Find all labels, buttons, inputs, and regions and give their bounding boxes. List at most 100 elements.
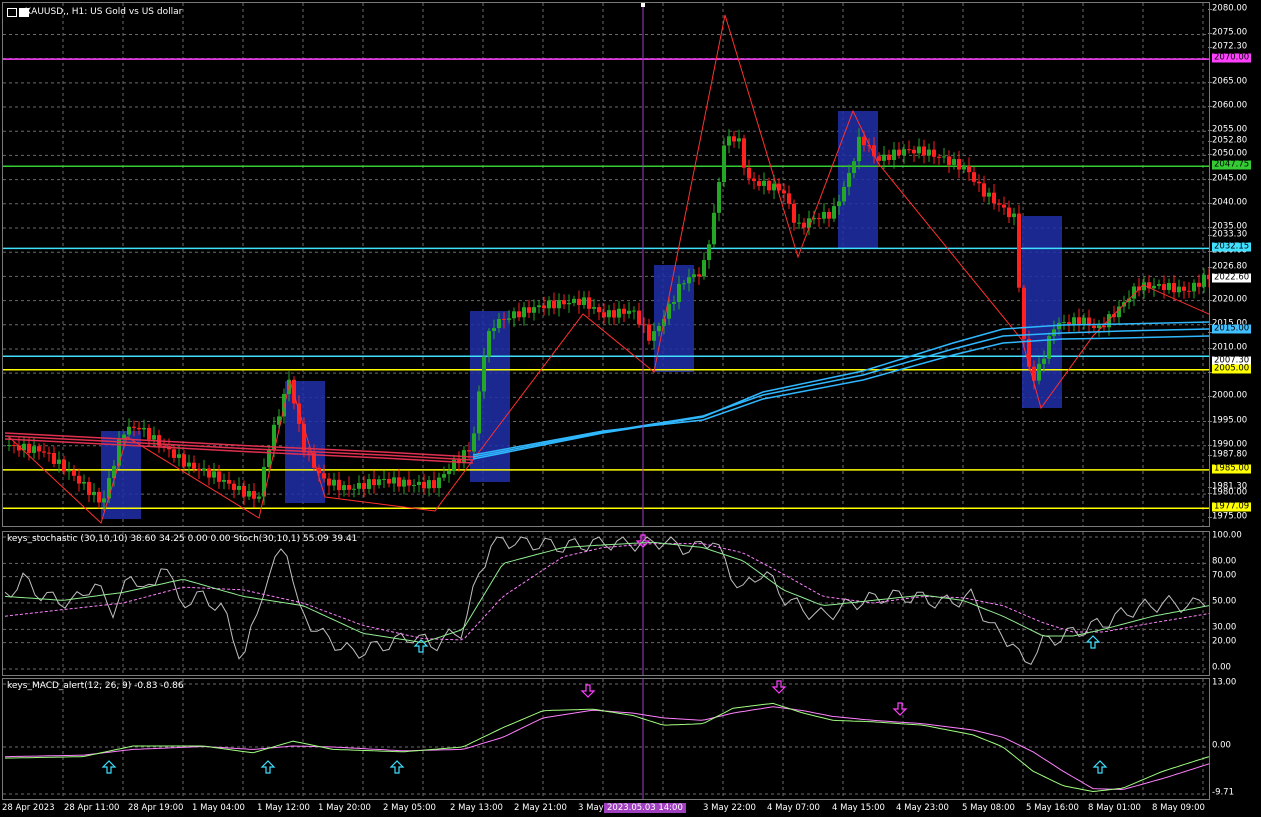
time-label: 28 Apr 2023	[2, 803, 55, 813]
stochastic-axis-label: 80.00	[1212, 556, 1237, 567]
candle-body	[897, 149, 901, 156]
macd-axis-label: -9.71	[1212, 787, 1234, 798]
candle-body	[1157, 284, 1161, 286]
price-level-tag: 1985.00	[1212, 463, 1252, 474]
candle-body	[837, 201, 841, 207]
time-label: 4 May 07:00	[767, 803, 820, 813]
stochastic-pane[interactable]: keys_stochastic (30,10,10) 38.60 34.25 0…	[2, 531, 1210, 676]
ma-red-2	[4, 435, 474, 461]
price-label: 1987.80	[1212, 449, 1248, 460]
candle-body	[442, 474, 446, 478]
macd-canvas[interactable]	[3, 679, 1210, 800]
macd-sell-arrow-icon	[580, 684, 596, 698]
candle-body	[342, 485, 346, 491]
candle-body	[972, 172, 976, 182]
candle-body	[362, 482, 366, 489]
candle-body	[142, 427, 146, 430]
candle-body	[482, 356, 486, 392]
stochastic-axis-label: 30.00	[1212, 622, 1237, 633]
price-label: 2000.00	[1212, 390, 1248, 401]
candle-body	[227, 479, 231, 484]
candle-body	[347, 485, 351, 490]
candle-body	[497, 318, 501, 329]
candle-body	[722, 145, 726, 183]
stoch-signal-line	[4, 543, 1209, 641]
candle-body	[242, 485, 246, 497]
menu-icon[interactable]	[7, 8, 17, 17]
price-label: 2010.00	[1212, 342, 1248, 353]
stochastic-canvas[interactable]	[3, 532, 1210, 676]
macd-axis-label: 0.00	[1212, 740, 1231, 751]
candle-body	[532, 307, 536, 313]
price-label: 1995.00	[1212, 415, 1248, 426]
time-label: 4 May 23:00	[896, 803, 949, 813]
time-label: 4 May 15:00	[832, 803, 885, 813]
candle-body	[212, 471, 216, 478]
candle-body	[72, 470, 76, 476]
candle-body	[1167, 282, 1171, 290]
candle-body	[412, 484, 416, 486]
candle-body	[1062, 322, 1066, 324]
time-label: 28 Apr 19:00	[128, 803, 184, 813]
candle-body	[392, 477, 396, 484]
macd-sell-arrow-icon	[892, 702, 908, 716]
candle-body	[587, 297, 591, 309]
price-label: 2060.00	[1212, 100, 1248, 111]
candle-body	[32, 446, 36, 453]
candle-body	[522, 307, 526, 318]
price-level-tag: 2015.00	[1212, 323, 1252, 334]
stochastic-axis-label: 50.00	[1212, 596, 1237, 607]
candle-body	[672, 301, 676, 304]
macd-pane[interactable]: keys_MACD_alert(12, 26, 9) -0.83 -0.86	[2, 678, 1210, 800]
macd-buy-arrow-icon	[260, 760, 276, 774]
candle-body	[357, 482, 361, 489]
time-label: 8 May 01:00	[1088, 803, 1141, 813]
macd-axis: 13.00 0.00 -9.71	[1211, 678, 1261, 800]
candle-body	[817, 218, 821, 220]
candle-body	[1202, 274, 1206, 287]
candle-body	[727, 136, 731, 146]
candle-body	[1002, 204, 1006, 208]
candle-body	[52, 453, 56, 464]
candle-body	[382, 478, 386, 480]
candle-body	[1007, 207, 1011, 218]
candle-body	[177, 454, 181, 458]
price-label: 2040.00	[1212, 197, 1248, 208]
price-axis[interactable]: 2080.00 2075.00 2072.30 2065.00 2060.00 2055.…	[1208, 2, 1261, 527]
candle-body	[187, 462, 191, 467]
candle-body	[652, 331, 656, 341]
candle-body	[147, 427, 151, 440]
stochastic-title: keys_stochastic (30,10,10) 38.60 34.25 0…	[7, 534, 358, 544]
price-label: 2080.00	[1212, 3, 1248, 14]
macd-buy-arrow-icon	[101, 760, 117, 774]
candle-body	[1072, 317, 1076, 326]
candle-body	[557, 300, 561, 309]
ma-red-3	[4, 438, 474, 464]
candle-body	[432, 480, 436, 489]
candle-body	[782, 190, 786, 194]
candle-body	[1042, 358, 1046, 364]
candle-body	[57, 459, 61, 464]
stoch-raw-line	[4, 536, 1206, 665]
candle-body	[42, 451, 46, 453]
price-chart-canvas[interactable]	[3, 3, 1210, 527]
candle-body	[607, 310, 611, 318]
candle-body	[612, 310, 616, 318]
candle-body	[827, 211, 831, 219]
candle-body	[657, 326, 661, 332]
price-label: 2020.00	[1212, 294, 1248, 305]
candle-body	[97, 491, 101, 503]
price-chart-pane[interactable]: XAUUSD,, H1: US Gold vs US dollar	[2, 2, 1210, 527]
candle-body	[517, 311, 521, 318]
candle-body	[132, 426, 136, 428]
price-label: 2065.00	[1212, 76, 1248, 87]
candle-body	[82, 481, 86, 484]
time-label: 3 May 22:00	[703, 803, 756, 813]
candle-body	[237, 485, 241, 490]
candle-body	[417, 481, 421, 485]
candle-body	[1037, 363, 1041, 381]
candle-body	[947, 156, 951, 165]
candle-body	[492, 328, 496, 332]
candle-body	[207, 468, 211, 478]
candle-body	[677, 283, 681, 302]
